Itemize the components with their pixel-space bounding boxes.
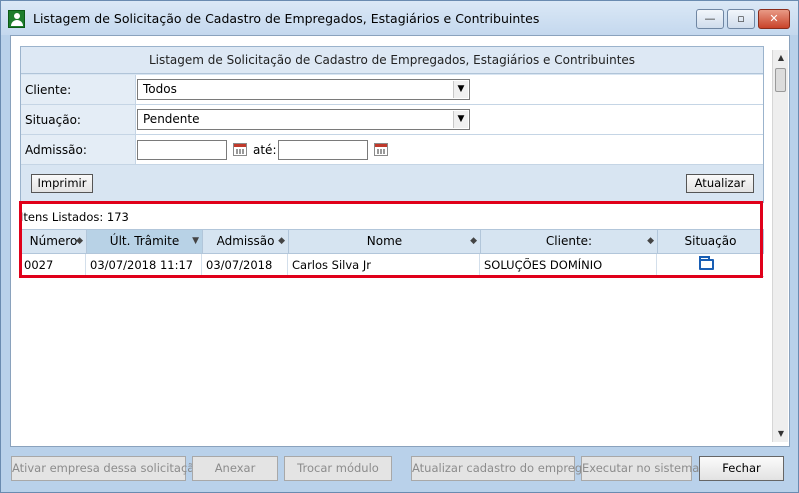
chevron-down-icon[interactable]: ▼ (453, 81, 468, 98)
scroll-up-icon[interactable]: ▲ (773, 50, 789, 66)
vertical-scrollbar[interactable]: ▲ ▼ (772, 50, 788, 442)
cell-situacao (657, 254, 762, 276)
admissao-label: Admissão: (25, 143, 87, 157)
admissao-to-input[interactable] (278, 140, 368, 160)
scroll-thumb[interactable] (775, 68, 786, 92)
admissao-row: Admissão: até: (21, 135, 763, 165)
app-window: Listagem de Solicitação de Cadastro de E… (0, 0, 799, 493)
cell-cliente: SOLUÇÕES DOMÍNIO (480, 254, 657, 276)
filter-panel: Listagem de Solicitação de Cadastro de E… (20, 46, 764, 203)
calendar-icon[interactable] (233, 143, 247, 156)
column-header-situacao[interactable]: Situação (658, 230, 763, 253)
fechar-button[interactable]: Fechar (699, 456, 784, 481)
table-row[interactable]: 0027 03/07/2018 11:17 03/07/2018 Carlos … (20, 254, 764, 277)
admissao-from-input[interactable] (137, 140, 227, 160)
minimize-button[interactable]: — (696, 9, 724, 29)
sort-icon: ◆ (470, 236, 477, 246)
executar-sistema-button[interactable]: Executar no sistema (581, 456, 699, 481)
scroll-down-icon[interactable]: ▼ (773, 426, 789, 442)
sort-icon: ◆ (76, 236, 83, 246)
panel-title: Listagem de Solicitação de Cadastro de E… (21, 47, 763, 74)
cell-admissao: 03/07/2018 (202, 254, 288, 276)
situacao-select[interactable]: Pendente ▼ (137, 109, 470, 130)
close-button[interactable]: ✕ (758, 9, 790, 29)
ativar-empresa-button[interactable]: Ativar empresa dessa solicitação (11, 456, 201, 481)
chevron-down-icon[interactable]: ▼ (453, 111, 468, 128)
situacao-select-value: Pendente (143, 112, 200, 126)
atualizar-button[interactable]: Atualizar (686, 174, 754, 193)
cell-nome: Carlos Silva Jr (288, 254, 480, 276)
ate-label: até: (253, 143, 277, 157)
trocar-modulo-button[interactable]: Trocar módulo (284, 456, 392, 481)
column-header-numero[interactable]: Número ◆ (21, 230, 87, 253)
situacao-label: Situação: (25, 113, 81, 127)
column-header-ult-tramite[interactable]: Últ. Trâmite ▼ (87, 230, 203, 253)
items-count: Itens Listados: 173 (20, 210, 129, 224)
title-bar[interactable]: Listagem de Solicitação de Cadastro de E… (1, 1, 798, 35)
sort-desc-icon: ▼ (192, 236, 199, 246)
cell-numero: 0027 (20, 254, 86, 276)
table-header: Número ◆ Últ. Trâmite ▼ Admissão ◆ Nome ◆ Cl… (20, 229, 764, 254)
window-title: Listagem de Solicitação de Cadastro de E… (33, 11, 540, 26)
client-area: Listagem de Solicitação de Cadastro de E… (10, 35, 790, 447)
cliente-select[interactable]: Todos ▼ (137, 79, 470, 100)
folder-icon[interactable] (699, 256, 714, 270)
sort-icon: ◆ (647, 236, 654, 246)
imprimir-button[interactable]: Imprimir (31, 174, 93, 193)
column-header-nome[interactable]: Nome ◆ (289, 230, 481, 253)
calendar-icon[interactable] (374, 143, 388, 156)
cliente-select-value: Todos (143, 82, 177, 96)
cliente-row: Cliente: Todos ▼ (21, 75, 763, 105)
situacao-row: Situação: Pendente ▼ (21, 105, 763, 135)
cliente-label: Cliente: (25, 83, 72, 97)
cell-ult-tramite: 03/07/2018 11:17 (86, 254, 202, 276)
column-header-admissao[interactable]: Admissão ◆ (203, 230, 289, 253)
anexar-button[interactable]: Anexar (192, 456, 278, 481)
sort-icon: ◆ (278, 236, 285, 246)
column-header-cliente[interactable]: Cliente: ◆ (481, 230, 658, 253)
maximize-button[interactable]: ▫ (727, 9, 755, 29)
app-user-icon (8, 10, 25, 28)
atualizar-cadastro-button[interactable]: Atualizar cadastro do empregado (411, 456, 604, 481)
